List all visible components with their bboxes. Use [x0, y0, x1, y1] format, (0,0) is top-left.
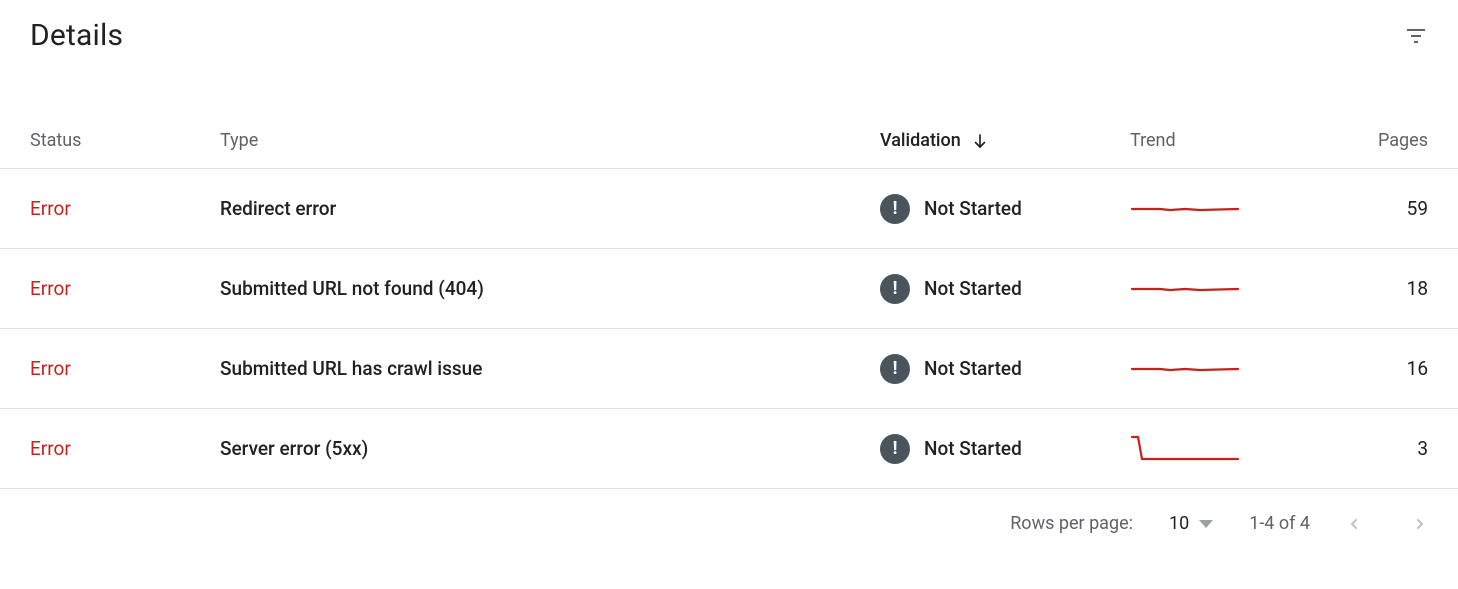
validation-text: Not Started	[924, 357, 1022, 380]
table-row[interactable]: Error Redirect error ! Not Started 59	[0, 169, 1458, 249]
col-type-header[interactable]: Type	[220, 130, 880, 151]
exclamation-icon: !	[880, 354, 910, 384]
col-pages-header[interactable]: Pages	[1310, 130, 1428, 151]
panel-title: Details	[30, 18, 123, 53]
validation-cell: ! Not Started	[880, 194, 1130, 224]
type-cell: Submitted URL has crawl issue	[220, 357, 880, 380]
details-panel: Details Status Type Validation	[0, 0, 1458, 534]
validation-cell: ! Not Started	[880, 434, 1130, 464]
status-cell: Error	[30, 277, 220, 300]
type-cell: Redirect error	[220, 197, 880, 220]
pagination-controls	[1346, 516, 1428, 532]
trend-cell	[1130, 351, 1310, 387]
filter-icon[interactable]	[1404, 24, 1428, 48]
trend-cell	[1130, 191, 1310, 227]
prev-page-button[interactable]	[1346, 516, 1362, 532]
validation-text: Not Started	[924, 437, 1022, 460]
exclamation-icon: !	[880, 274, 910, 304]
details-table: Status Type Validation Trend Pages Error…	[0, 113, 1458, 489]
table-row[interactable]: Error Submitted URL has crawl issue ! No…	[0, 329, 1458, 409]
table-header-row: Status Type Validation Trend Pages	[0, 113, 1458, 169]
status-cell: Error	[30, 357, 220, 380]
rows-per-page-value: 10	[1169, 513, 1189, 534]
table-row[interactable]: Error Submitted URL not found (404) ! No…	[0, 249, 1458, 329]
dropdown-triangle-icon	[1199, 520, 1213, 528]
col-validation-label: Validation	[880, 130, 961, 151]
status-cell: Error	[30, 197, 220, 220]
pagination-range: 1-4 of 4	[1249, 513, 1310, 534]
col-trend-header[interactable]: Trend	[1130, 130, 1310, 151]
table-row[interactable]: Error Server error (5xx) ! Not Started 3	[0, 409, 1458, 489]
col-validation-header[interactable]: Validation	[880, 130, 1130, 151]
col-status-header[interactable]: Status	[30, 130, 220, 151]
status-cell: Error	[30, 437, 220, 460]
validation-cell: ! Not Started	[880, 274, 1130, 304]
panel-header: Details	[0, 0, 1458, 53]
sort-desc-icon	[971, 132, 989, 150]
next-page-button[interactable]	[1412, 516, 1428, 532]
exclamation-icon: !	[880, 434, 910, 464]
validation-text: Not Started	[924, 277, 1022, 300]
trend-cell	[1130, 431, 1310, 467]
trend-cell	[1130, 271, 1310, 307]
type-cell: Submitted URL not found (404)	[220, 277, 880, 300]
pages-cell: 16	[1310, 357, 1428, 380]
table-footer: Rows per page: 10 1-4 of 4	[0, 489, 1458, 534]
pages-cell: 3	[1310, 437, 1428, 460]
validation-cell: ! Not Started	[880, 354, 1130, 384]
rows-per-page-select[interactable]: 10	[1169, 513, 1213, 534]
pages-cell: 59	[1310, 197, 1428, 220]
pages-cell: 18	[1310, 277, 1428, 300]
rows-per-page-label: Rows per page:	[1010, 513, 1133, 534]
type-cell: Server error (5xx)	[220, 437, 880, 460]
validation-text: Not Started	[924, 197, 1022, 220]
exclamation-icon: !	[880, 194, 910, 224]
